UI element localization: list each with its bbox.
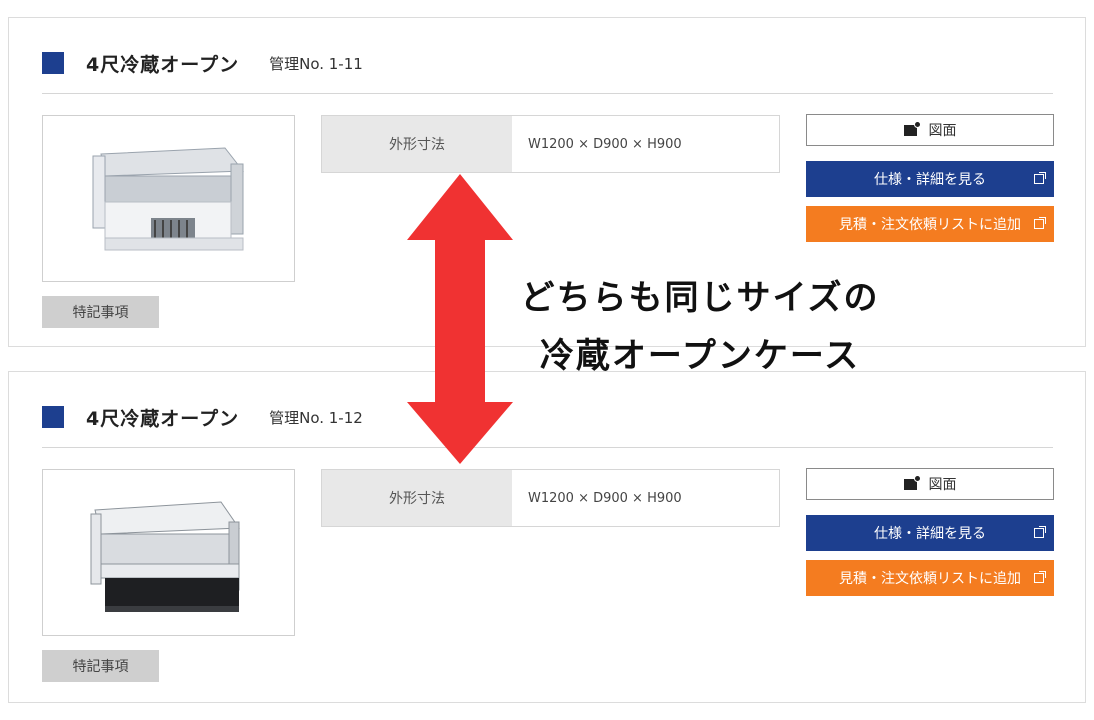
add-to-list-button[interactable]: 見積・注文依頼リストに追加 — [806, 560, 1054, 596]
notes-button[interactable]: 特記事項 — [42, 650, 159, 682]
drawing-icon — [903, 474, 921, 490]
external-link-icon — [1034, 526, 1046, 538]
view-spec-label: 仕様・詳細を見る — [874, 172, 986, 188]
product-image[interactable] — [42, 469, 295, 636]
external-link-icon — [1034, 217, 1046, 229]
open-showcase-white-image — [92, 147, 244, 251]
annotation-line-1: どちらも同じサイズの — [520, 278, 880, 318]
product-card: 4尺冷蔵オープン 管理No. 1-12 特記事項 外形寸法 W1200 × D9… — [8, 371, 1086, 703]
figure-button-label: 図面 — [928, 477, 957, 493]
view-spec-label: 仕様・詳細を見る — [874, 526, 986, 542]
spec-table: 外形寸法 W1200 × D900 × H900 — [321, 115, 780, 173]
spec-label: 外形寸法 — [322, 470, 512, 526]
notes-button[interactable]: 特記事項 — [42, 296, 159, 328]
product-header: 4尺冷蔵オープン 管理No. 1-12 — [42, 406, 363, 430]
spec-table: 外形寸法 W1200 × D900 × H900 — [321, 469, 780, 527]
external-link-icon — [1034, 172, 1046, 184]
product-image[interactable] — [42, 115, 295, 282]
add-to-list-label: 見積・注文依頼リストに追加 — [839, 217, 1021, 233]
view-spec-button[interactable]: 仕様・詳細を見る — [806, 161, 1054, 197]
management-number: 管理No. 1-12 — [269, 408, 363, 427]
product-title: 4尺冷蔵オープン — [86, 407, 240, 430]
figure-button-label: 図面 — [928, 123, 957, 139]
product-header: 4尺冷蔵オープン 管理No. 1-11 — [42, 52, 363, 76]
external-link-icon — [1034, 571, 1046, 583]
spec-value: W1200 × D900 × H900 — [528, 136, 682, 152]
view-spec-button[interactable]: 仕様・詳細を見る — [806, 515, 1054, 551]
open-showcase-black-image — [90, 501, 240, 612]
drawing-icon — [903, 120, 921, 136]
figure-button[interactable]: 図面 — [806, 468, 1054, 500]
spec-label: 外形寸法 — [322, 116, 512, 172]
title-marker-icon — [42, 52, 64, 74]
title-marker-icon — [42, 406, 64, 428]
annotation-line-2: 冷蔵オープンケース — [539, 336, 861, 376]
add-to-list-button[interactable]: 見積・注文依頼リストに追加 — [806, 206, 1054, 242]
figure-button[interactable]: 図面 — [806, 114, 1054, 146]
add-to-list-label: 見積・注文依頼リストに追加 — [839, 571, 1021, 587]
divider — [42, 447, 1053, 448]
divider — [42, 93, 1053, 94]
management-number: 管理No. 1-11 — [269, 54, 363, 73]
product-title: 4尺冷蔵オープン — [86, 53, 240, 76]
spec-value: W1200 × D900 × H900 — [528, 490, 682, 506]
